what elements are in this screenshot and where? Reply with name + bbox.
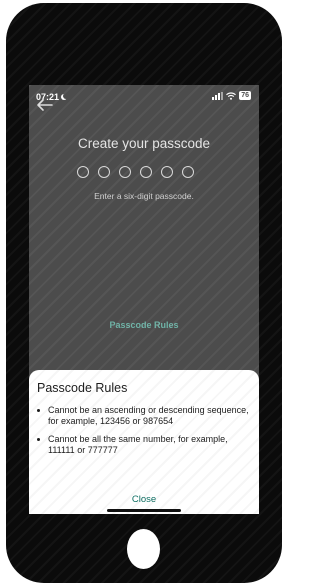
back-arrow-icon[interactable]: [36, 98, 54, 112]
passcode-hint: Enter a six-digit passcode.: [94, 191, 194, 201]
passcode-dot: [77, 166, 89, 178]
battery-level: 76: [241, 92, 249, 99]
passcode-rules-sheet: Passcode Rules Cannot be an ascending or…: [29, 370, 259, 514]
passcode-dot: [119, 166, 131, 178]
app-screen: 07:21 76 Create your passcode Enter a si…: [29, 85, 259, 514]
passcode-dot: [98, 166, 110, 178]
bullet-icon: [37, 409, 40, 412]
rules-list: Cannot be an ascending or descending seq…: [37, 405, 255, 463]
status-bar: 07:21 76: [29, 85, 259, 107]
home-indicator[interactable]: [107, 509, 181, 512]
rule-item: Cannot be an ascending or descending seq…: [37, 405, 255, 427]
home-button[interactable]: [127, 529, 160, 569]
passcode-dots[interactable]: [77, 166, 194, 178]
signal-icon: [212, 91, 224, 100]
passcode-dot: [182, 166, 194, 178]
passcode-dot: [140, 166, 152, 178]
rule-text: Cannot be all the same number, for examp…: [48, 434, 228, 455]
wifi-icon: [226, 91, 237, 100]
battery-icon: 76: [239, 91, 251, 100]
passcode-dot: [161, 166, 173, 178]
phone-frame: 07:21 76 Create your passcode Enter a si…: [6, 3, 282, 583]
rule-text: Cannot be an ascending or descending seq…: [48, 405, 249, 426]
rule-item: Cannot be all the same number, for examp…: [37, 434, 255, 456]
bullet-icon: [37, 438, 40, 441]
moon-icon: [63, 93, 69, 99]
page-title: Create your passcode: [77, 136, 211, 151]
close-button[interactable]: Close: [29, 494, 259, 505]
status-icons: 76: [212, 91, 251, 100]
sheet-title: Passcode Rules: [37, 381, 128, 395]
passcode-rules-link[interactable]: Passcode Rules: [29, 320, 259, 330]
